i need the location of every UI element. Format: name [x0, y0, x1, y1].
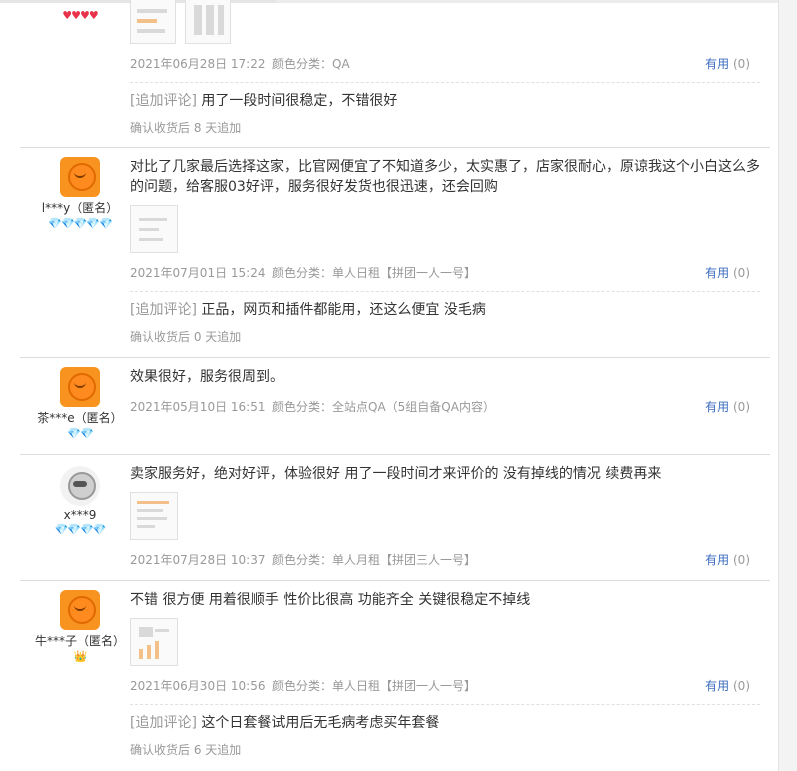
review-images — [130, 492, 760, 540]
review-date: 2021年07月28日 10:37 — [130, 553, 266, 567]
review-meta: 2021年06月30日 10:56 颜色分类：单人日租【拼团一人一号】 有用 (… — [130, 676, 760, 696]
divider — [130, 704, 760, 705]
user-heart-badges: ♥♥♥♥ — [62, 9, 98, 22]
user-name[interactable]: l***y（匿名） — [20, 199, 140, 216]
review-text: 效果很好，服务很周到。 — [130, 369, 284, 385]
review-image-thumb[interactable] — [130, 492, 178, 540]
user-name[interactable]: 茶***e（匿名） — [20, 409, 140, 426]
user-name[interactable]: x***9 — [20, 508, 140, 522]
user-level-badges: 💎💎💎💎💎 — [48, 217, 112, 230]
review-text: 对比了几家最后选择这家，比官网便宜了不知道多少，太实惠了，店家很耐心，原谅我这个… — [130, 159, 760, 195]
append-tag: [追加评论] — [130, 302, 197, 318]
review-image-thumb[interactable] — [185, 0, 232, 44]
user-level-badges: 💎💎 — [67, 427, 93, 440]
review-color-category: 颜色分类：单人日租【拼团一人一号】 — [272, 266, 477, 280]
review-item: x***9 💎💎💎💎 卖家服务好，绝对好评，体验很好 用了一段时间才来评价的 没… — [20, 454, 770, 581]
scrollbar[interactable] — [778, 0, 797, 771]
useful-button[interactable]: 有用 (0) — [705, 397, 750, 417]
append-tag: [追加评论] — [130, 715, 197, 731]
review-image-thumb[interactable] — [130, 0, 176, 44]
review-meta: 2021年06月28日 17:22 颜色分类：QA 有用 (0) — [130, 54, 760, 74]
review-item: 茶***e（匿名） 💎💎 效果很好，服务很周到。 2021年05月10日 16:… — [20, 357, 770, 455]
user-level-badges: 👑 — [20, 651, 140, 663]
review-text: 不错 很方便 用着很顺手 性价比很高 功能齐全 关键很稳定不掉线 — [130, 592, 531, 608]
avatar[interactable] — [60, 466, 100, 506]
append-days-note: 确认收货后 6 天追加 — [130, 743, 242, 757]
review-image-thumb[interactable] — [130, 618, 178, 666]
useful-button[interactable]: 有用 (0) — [705, 676, 750, 696]
review-meta: 2021年05月10日 16:51 颜色分类：全站点QA（5组自备QA内容） 有… — [130, 397, 760, 417]
review-item: 牛***子（匿名） 👑 不错 很方便 用着很顺手 性价比很高 功能齐全 关键很稳… — [20, 580, 770, 771]
appended-review: [追加评论] 这个日套餐试用后无毛病考虑买年套餐 — [130, 713, 760, 733]
review-date: 2021年06月30日 10:56 — [130, 679, 266, 693]
review-text: 卖家服务好，绝对好评，体验很好 用了一段时间才来评价的 没有掉线的情况 续费再来 — [130, 466, 662, 482]
divider — [130, 291, 760, 292]
review-image-thumb[interactable] — [130, 205, 178, 253]
review-date: 2021年05月10日 16:51 — [130, 400, 266, 414]
review-item: l***y（匿名） 💎💎💎💎💎 对比了几家最后选择这家，比官网便宜了不知道多少，… — [20, 147, 770, 358]
review-item: ♥♥♥♥ 2021年06月28日 17:22 颜色分类：QA 有用 (0) [追… — [20, 0, 770, 148]
review-meta: 2021年07月01日 15:24 颜色分类：单人日租【拼团一人一号】 有用 (… — [130, 263, 760, 283]
append-days-note: 确认收货后 0 天追加 — [130, 330, 242, 344]
avatar[interactable] — [60, 157, 100, 197]
useful-button[interactable]: 有用 (0) — [705, 263, 750, 283]
review-color-category: 颜色分类：单人日租【拼团一人一号】 — [272, 679, 477, 693]
review-color-category: 颜色分类：单人月租【拼团三人一号】 — [272, 553, 477, 567]
review-images — [130, 0, 760, 44]
review-images — [130, 618, 760, 666]
review-date: 2021年07月01日 15:24 — [130, 266, 266, 280]
user-level-badges: 💎💎💎💎 — [54, 523, 107, 536]
user-name[interactable]: 牛***子（匿名） — [20, 632, 140, 649]
useful-button[interactable]: 有用 (0) — [705, 54, 750, 74]
useful-button[interactable]: 有用 (0) — [705, 550, 750, 570]
appended-review: [追加评论] 用了一段时间很稳定，不错很好 — [130, 91, 760, 111]
review-color-category: 颜色分类：全站点QA（5组自备QA内容） — [272, 400, 495, 414]
review-images — [130, 205, 760, 253]
review-date: 2021年06月28日 17:22 — [130, 57, 266, 71]
append-text: 正品，网页和插件都能用，还这么便宜 没毛病 — [196, 302, 486, 318]
append-tag: [追加评论] — [130, 93, 197, 109]
crown-icon: 👑 — [73, 650, 88, 663]
appended-review: [追加评论] 正品，网页和插件都能用，还这么便宜 没毛病 — [130, 300, 760, 320]
avatar[interactable] — [60, 367, 100, 407]
avatar[interactable] — [60, 590, 100, 630]
divider — [130, 82, 760, 83]
review-meta: 2021年07月28日 10:37 颜色分类：单人月租【拼团三人一号】 有用 (… — [130, 550, 760, 570]
append-text: 这个日套餐试用后无毛病考虑买年套餐 — [196, 715, 440, 731]
append-text: 用了一段时间很稳定，不错很好 — [196, 93, 398, 109]
review-color-category: 颜色分类：QA — [272, 57, 350, 71]
append-days-note: 确认收货后 8 天追加 — [130, 121, 242, 135]
